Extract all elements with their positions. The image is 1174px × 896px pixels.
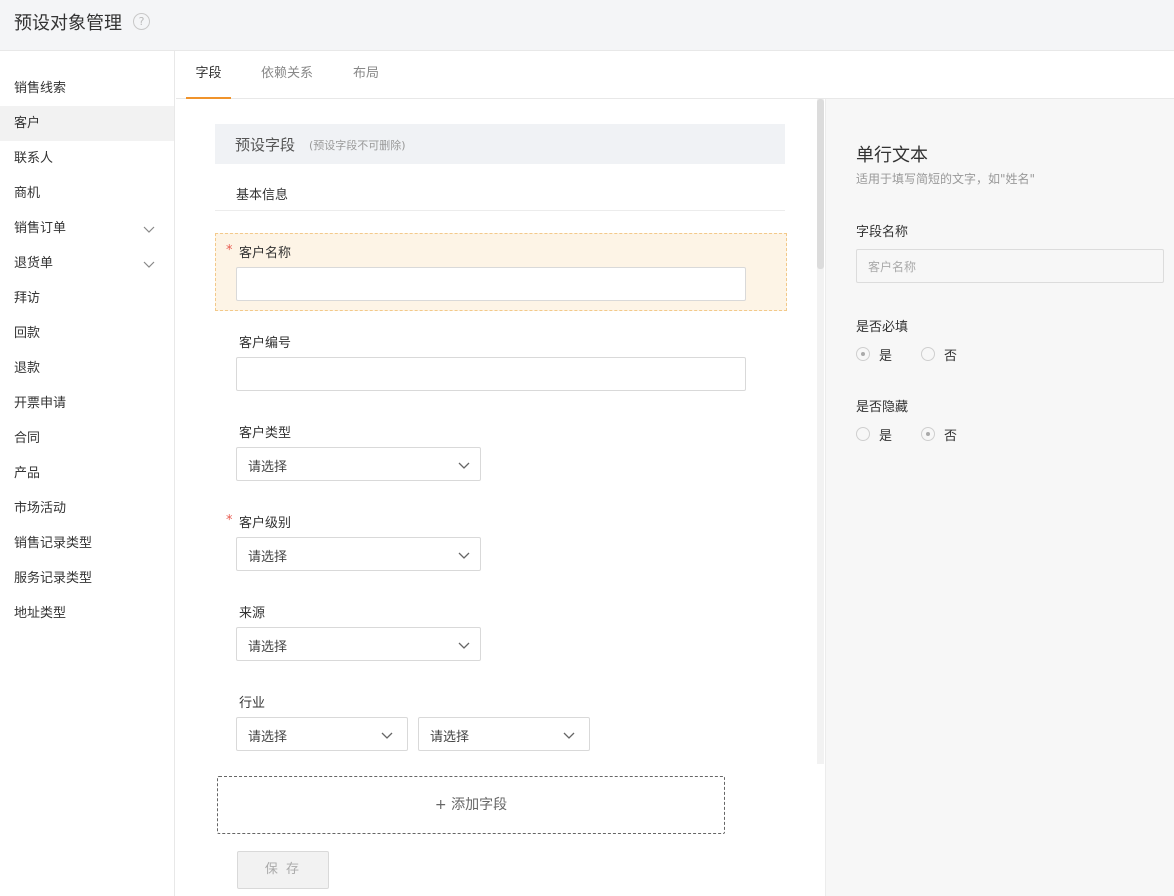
- source-select[interactable]: 请选择: [236, 627, 481, 661]
- scrollbar-thumb[interactable]: [817, 99, 824, 269]
- hidden-label: 是否隐藏: [856, 400, 909, 415]
- tab-bar: 字段 依赖关系 布局: [176, 51, 1174, 99]
- section-note: (预设字段不可删除): [309, 139, 406, 152]
- hidden-yes-label: 是: [879, 429, 893, 444]
- hidden-no-radio[interactable]: [921, 427, 935, 441]
- subsection-title: 基本信息: [236, 188, 289, 203]
- scrollbar[interactable]: [817, 99, 824, 764]
- help-icon[interactable]: ?: [133, 13, 150, 30]
- field-label-customer-name: 客户名称: [239, 246, 292, 261]
- chevron-down-icon: [143, 226, 155, 233]
- sidebar-item-campaign[interactable]: 市场活动: [0, 491, 174, 526]
- sidebar-item-refund[interactable]: 退款: [0, 351, 174, 386]
- industry-select-secondary[interactable]: 请选择: [418, 717, 590, 751]
- top-bar: 预设对象管理 ?: [0, 0, 1174, 51]
- field-label-customer-level: 客户级别: [239, 516, 292, 531]
- save-button[interactable]: 保 存: [237, 851, 329, 889]
- sidebar-item-return-order[interactable]: 退货单: [0, 246, 174, 281]
- chevron-down-icon: [458, 642, 470, 649]
- sidebar: 销售线索 客户 联系人 商机 销售订单 退货单 拜访 回款 退款 开票申请 合同…: [0, 51, 175, 896]
- hidden-yes-radio[interactable]: [856, 427, 870, 441]
- sidebar-item-sales-order[interactable]: 销售订单: [0, 211, 174, 246]
- tab-fields[interactable]: 字段: [186, 51, 231, 99]
- sidebar-item-customer[interactable]: 客户: [0, 106, 174, 141]
- tab-dependencies[interactable]: 依赖关系: [256, 51, 318, 99]
- panel-title: 单行文本: [856, 145, 928, 166]
- customer-level-select[interactable]: 请选择: [236, 537, 481, 571]
- panel-description: 适用于填写简短的文字，如"姓名": [856, 172, 1036, 186]
- customer-type-select[interactable]: 请选择: [236, 447, 481, 481]
- field-label-customer-type: 客户类型: [239, 426, 292, 441]
- sidebar-item-invoice[interactable]: 开票申请: [0, 386, 174, 421]
- sidebar-item-sales-record-type[interactable]: 销售记录类型: [0, 526, 174, 561]
- required-no-label: 否: [944, 349, 958, 364]
- sidebar-item-visit[interactable]: 拜访: [0, 281, 174, 316]
- chevron-down-icon: [143, 261, 155, 268]
- sidebar-item-service-record-type[interactable]: 服务记录类型: [0, 561, 174, 596]
- properties-panel: [825, 99, 1174, 896]
- field-name-label: 字段名称: [856, 225, 909, 240]
- section-header: 预设字段 (预设字段不可删除): [215, 124, 785, 164]
- chevron-down-icon: [458, 552, 470, 559]
- sidebar-item-product[interactable]: 产品: [0, 456, 174, 491]
- field-name-input[interactable]: 客户名称: [856, 249, 1164, 283]
- customer-name-input[interactable]: [236, 267, 746, 301]
- sidebar-item-leads[interactable]: 销售线索: [0, 71, 174, 106]
- tab-layout[interactable]: 布局: [348, 51, 384, 99]
- add-field-button[interactable]: + 添加字段: [217, 776, 725, 834]
- field-label-source: 来源: [239, 606, 266, 621]
- sidebar-item-address-type[interactable]: 地址类型: [0, 596, 174, 631]
- field-label-industry: 行业: [239, 696, 266, 711]
- sidebar-item-contacts[interactable]: 联系人: [0, 141, 174, 176]
- sidebar-item-payment[interactable]: 回款: [0, 316, 174, 351]
- required-no-radio[interactable]: [921, 347, 935, 361]
- chevron-down-icon: [563, 732, 575, 739]
- chevron-down-icon: [381, 732, 393, 739]
- industry-select-primary[interactable]: 请选择: [236, 717, 408, 751]
- section-title: 预设字段: [235, 136, 296, 154]
- sidebar-item-contract[interactable]: 合同: [0, 421, 174, 456]
- chevron-down-icon: [458, 462, 470, 469]
- required-yes-label: 是: [879, 349, 893, 364]
- customer-code-input[interactable]: [236, 357, 746, 391]
- field-label-customer-code: 客户编号: [239, 336, 292, 351]
- sidebar-item-opportunity[interactable]: 商机: [0, 176, 174, 211]
- page-title: 预设对象管理: [14, 13, 122, 34]
- subsection-header: 基本信息: [215, 175, 785, 211]
- hidden-no-label: 否: [944, 429, 958, 444]
- required-mark: *: [226, 243, 233, 258]
- required-yes-radio[interactable]: [856, 347, 870, 361]
- required-label: 是否必填: [856, 320, 909, 335]
- required-mark: *: [226, 513, 233, 528]
